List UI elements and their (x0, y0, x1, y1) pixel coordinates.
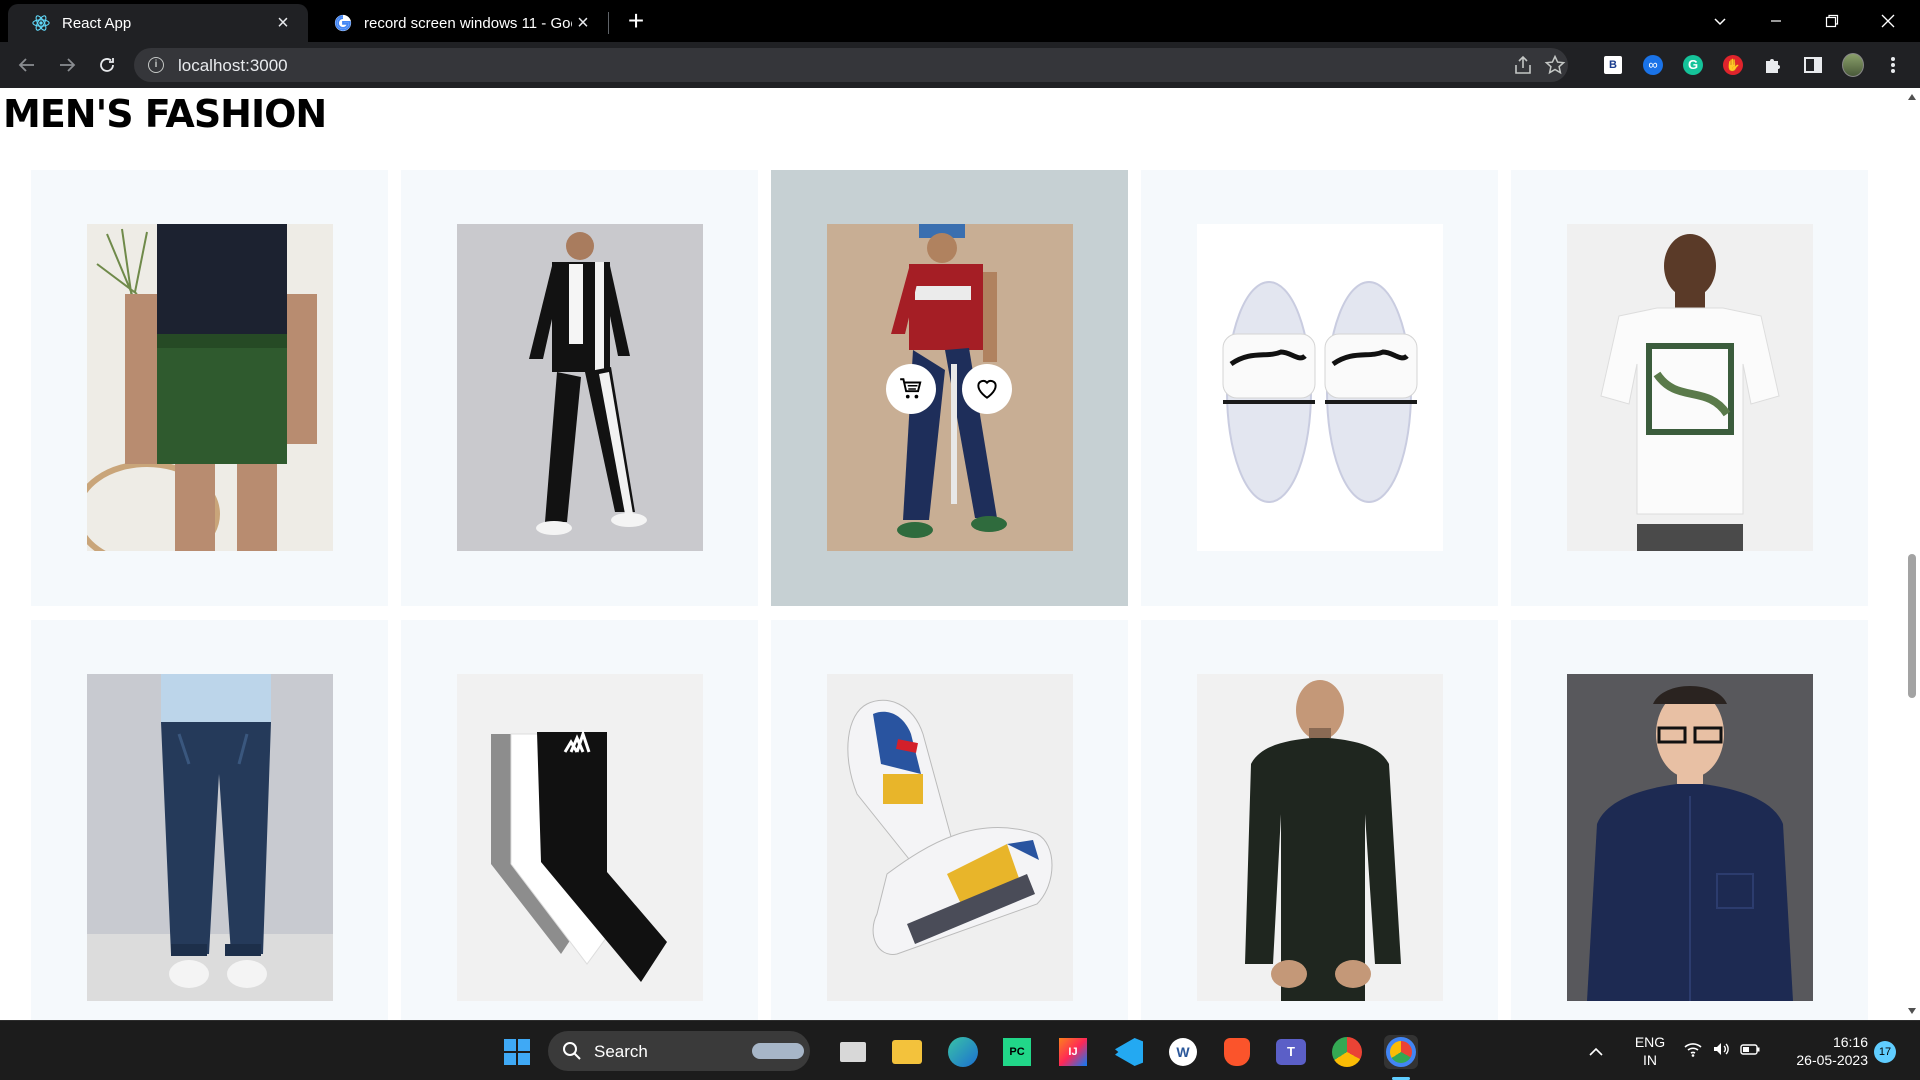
page-scrollbar[interactable] (1904, 88, 1920, 1020)
google-icon (334, 14, 352, 32)
extension-infinity-icon[interactable]: ∞ (1642, 54, 1664, 76)
taskbar-search[interactable]: Search (548, 1031, 810, 1071)
brave-icon[interactable] (1220, 1035, 1254, 1069)
product-card-hovered[interactable] (771, 170, 1128, 606)
side-panel-icon[interactable] (1802, 54, 1824, 76)
bookmark-star-icon[interactable] (1544, 54, 1566, 76)
vscode-icon[interactable] (1112, 1035, 1146, 1069)
close-tab-icon[interactable]: × (272, 12, 294, 34)
close-tab-icon[interactable]: × (572, 12, 594, 34)
region-code: IN (1643, 1052, 1657, 1068)
reload-icon (100, 58, 114, 72)
clock[interactable]: 16:16 26-05-2023 (1778, 1033, 1868, 1069)
page-heading: MEN'S FASHION (3, 92, 327, 136)
battery-icon (1740, 1044, 1760, 1055)
socks-photo[interactable] (457, 674, 703, 1001)
add-to-wishlist-button[interactable] (962, 364, 1012, 414)
new-tab-button[interactable]: + (622, 7, 650, 36)
teams-icon[interactable]: T (1274, 1035, 1308, 1069)
extensions-puzzle-icon[interactable] (1762, 54, 1784, 76)
scroll-down-arrow-icon[interactable] (1908, 1008, 1916, 1014)
product-card[interactable] (1511, 620, 1868, 1020)
tab-google-search[interactable]: record screen windows 11 - Goo × (310, 4, 608, 42)
product-grid (31, 170, 1868, 1020)
chrome-profile-icon[interactable] (1330, 1035, 1364, 1069)
tab-title: record screen windows 11 - Goo (364, 14, 572, 32)
task-view-icon[interactable] (836, 1035, 870, 1069)
word-circle-icon[interactable]: W (1166, 1035, 1200, 1069)
show-hidden-icons-icon[interactable] (1588, 1043, 1604, 1061)
blue-jeans-photo[interactable] (87, 674, 333, 1001)
address-bar[interactable]: i localhost:3000 (134, 48, 1568, 82)
forward-arrow-icon (60, 58, 76, 72)
windows-taskbar: Search PC IJ W T ENG IN 16:16 26-05-2023… (0, 1020, 1920, 1080)
product-card[interactable] (401, 620, 758, 1020)
react-icon (32, 15, 50, 31)
reload-button[interactable] (92, 50, 122, 80)
close-window-button[interactable] (1860, 0, 1916, 42)
pycharm-icon[interactable]: PC (1000, 1035, 1034, 1069)
file-explorer-icon[interactable] (890, 1035, 924, 1069)
language-indicator[interactable]: ENG IN (1630, 1033, 1670, 1069)
cart-icon (900, 378, 922, 399)
site-info-icon[interactable]: i (148, 57, 164, 73)
heart-icon (977, 379, 997, 399)
product-card[interactable] (401, 170, 758, 606)
green-shorts-photo[interactable] (87, 224, 333, 551)
back-arrow-icon (18, 58, 34, 72)
black-tracksuit-photo[interactable] (457, 224, 703, 551)
url-text: localhost:3000 (178, 56, 288, 75)
browser-menu-icon[interactable] (1882, 54, 1904, 76)
product-card[interactable] (31, 170, 388, 606)
navy-shirt-photo[interactable] (1567, 674, 1813, 1001)
language-code: ENG (1634, 1034, 1666, 1050)
tab-separator (608, 12, 609, 34)
profile-avatar-icon[interactable] (1842, 53, 1864, 77)
product-card[interactable] (31, 620, 388, 1020)
chrome-active-icon[interactable] (1384, 1035, 1418, 1069)
system-tray-icons[interactable] (1684, 1041, 1764, 1057)
grammarly-icon[interactable]: G (1682, 54, 1704, 76)
minimize-button[interactable] (1748, 0, 1804, 42)
edge-icon[interactable] (946, 1035, 980, 1069)
add-to-cart-button[interactable] (886, 364, 936, 414)
windows-start-icon[interactable] (500, 1035, 534, 1069)
browser-toolbar: i localhost:3000 B ∞ G ✋ (0, 42, 1920, 88)
scroll-up-arrow-icon[interactable] (1908, 94, 1916, 100)
white-slides-photo[interactable] (1197, 224, 1443, 551)
product-card[interactable] (1141, 620, 1498, 1020)
restore-button[interactable] (1804, 0, 1860, 42)
tab-search-chevron-icon[interactable] (1692, 0, 1748, 42)
browser-tab-strip: React App × record screen windows 11 - G… (0, 0, 1920, 42)
scrollbar-thumb[interactable] (1908, 554, 1916, 698)
intellij-icon[interactable]: IJ (1056, 1035, 1090, 1069)
tab-react-app[interactable]: React App × (8, 4, 308, 42)
card-actions (886, 364, 1012, 414)
product-card[interactable] (1511, 170, 1868, 606)
extension-b-icon[interactable]: B (1602, 54, 1624, 76)
wifi-icon (1684, 1043, 1702, 1057)
notification-badge[interactable]: 17 (1874, 1041, 1896, 1063)
clock-time: 16:16 (1832, 1034, 1868, 1050)
tab-title: React App (62, 14, 132, 32)
forward-button[interactable] (52, 50, 82, 80)
page-viewport: MEN'S FASHION (0, 88, 1904, 1020)
back-button[interactable] (12, 50, 42, 80)
search-icon (563, 1042, 581, 1060)
black-sweater-photo[interactable] (1197, 674, 1443, 1001)
product-card[interactable] (771, 620, 1128, 1020)
volume-icon (1714, 1043, 1729, 1055)
product-card[interactable] (1141, 170, 1498, 606)
white-tshirt-photo[interactable] (1567, 224, 1813, 551)
search-label: Search (594, 1042, 648, 1061)
sneakers-photo[interactable] (827, 674, 1073, 1001)
extension-hand-icon[interactable]: ✋ (1722, 54, 1744, 76)
clock-date: 26-05-2023 (1796, 1052, 1868, 1068)
search-highlight-icon (752, 1043, 804, 1059)
share-icon[interactable] (1512, 54, 1534, 76)
